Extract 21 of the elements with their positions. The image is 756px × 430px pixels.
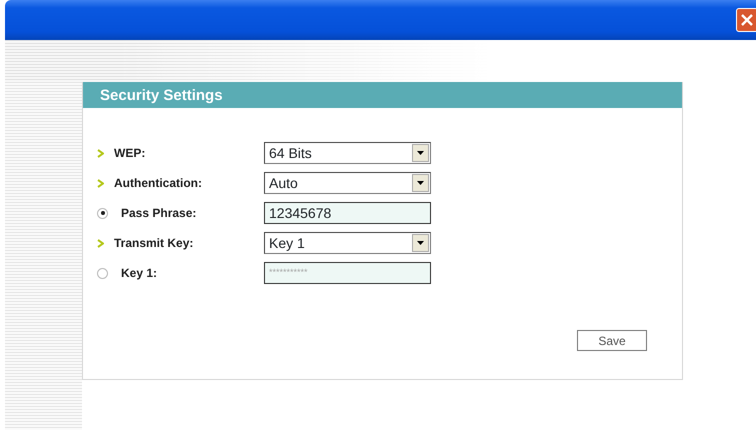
panel-header: Security Settings <box>83 82 682 108</box>
radio-button[interactable] <box>97 208 108 218</box>
dropdown[interactable]: 64 Bits <box>264 142 431 164</box>
field-label: Authentication: <box>114 175 202 192</box>
field-label: Key 1: <box>121 265 158 282</box>
close-button[interactable] <box>736 8 756 32</box>
bullet-icon <box>97 238 104 248</box>
close-icon <box>741 14 753 26</box>
bullet-icon <box>97 148 104 158</box>
caret-icon <box>417 151 424 155</box>
field-label: WEP: <box>114 145 146 162</box>
caret-icon <box>417 181 424 185</box>
bullet-icon <box>97 178 104 188</box>
input-field[interactable]: 12345678 <box>264 202 431 224</box>
field-label: Transmit Key: <box>114 235 194 252</box>
save-button[interactable]: Save <box>577 330 647 351</box>
radio-button[interactable] <box>97 268 108 278</box>
dropdown[interactable]: Key 1 <box>264 232 431 254</box>
dropdown[interactable]: Auto <box>264 172 431 194</box>
caret-icon <box>417 241 424 245</box>
field-label: Pass Phrase: <box>121 205 196 222</box>
